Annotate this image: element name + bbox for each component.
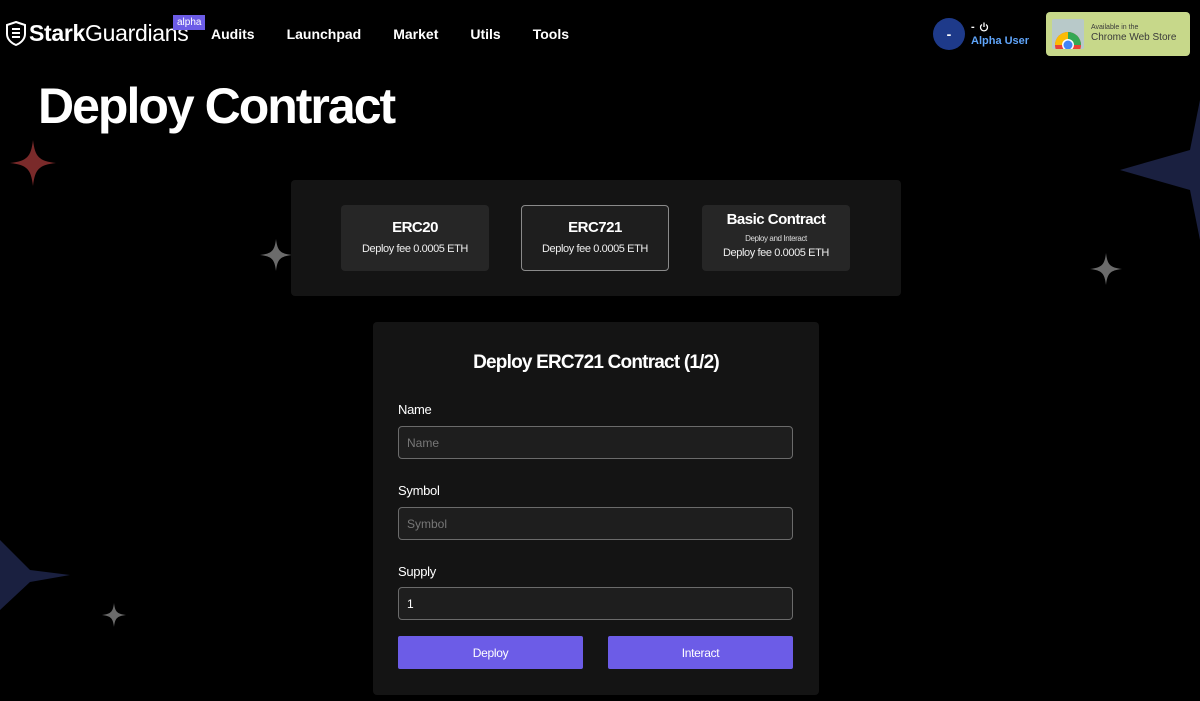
nav-market[interactable]: Market bbox=[393, 26, 438, 42]
nav-utils[interactable]: Utils bbox=[470, 26, 500, 42]
grey-sparkle-icon bbox=[102, 603, 126, 627]
supply-input[interactable] bbox=[398, 587, 793, 620]
alpha-badge: alpha bbox=[173, 15, 206, 30]
contract-type-subtitle: Deploy and Interact bbox=[745, 234, 807, 243]
page-title: Deploy Contract bbox=[38, 78, 396, 134]
page: StarkGuardians alpha Audits Launchpad Ma… bbox=[0, 0, 1200, 701]
chrome-store-line1: Available in the bbox=[1091, 24, 1139, 32]
user-info[interactable]: - Alpha User bbox=[971, 21, 1029, 47]
blue-star-shape bbox=[0, 540, 70, 610]
grey-sparkle-icon bbox=[1090, 253, 1122, 285]
logo-text: StarkGuardians bbox=[29, 19, 189, 46]
contract-type-title: ERC721 bbox=[568, 219, 622, 236]
supply-label: Supply bbox=[398, 564, 436, 579]
deploy-form: Deploy ERC721 Contract (1/2) Name Symbol… bbox=[373, 322, 819, 695]
name-input[interactable] bbox=[398, 426, 793, 459]
contract-type-erc721[interactable]: ERC721 Deploy fee 0.0005 ETH bbox=[521, 205, 669, 271]
nav-audits[interactable]: Audits bbox=[211, 26, 255, 42]
blue-star-shape bbox=[1120, 100, 1200, 240]
nav-tools[interactable]: Tools bbox=[533, 26, 569, 42]
chrome-store-line2: Chrome Web Store bbox=[1091, 32, 1177, 44]
red-sparkle-icon bbox=[10, 140, 56, 186]
user-name: Alpha User bbox=[971, 35, 1030, 47]
contract-type-title: ERC20 bbox=[392, 219, 438, 236]
contract-type-fee: Deploy fee 0.0005 ETH bbox=[542, 243, 648, 255]
form-title: Deploy ERC721 Contract (1/2) bbox=[473, 352, 720, 373]
chrome-logo-icon bbox=[1052, 19, 1084, 49]
interact-button[interactable]: Interact bbox=[608, 636, 793, 669]
balance-value: - bbox=[971, 21, 975, 33]
logo-text-bold: Stark bbox=[29, 19, 86, 46]
chrome-store-text: Available in the Chrome Web Store bbox=[1091, 24, 1176, 44]
contract-type-basic[interactable]: Basic Contract Deploy and Interact Deplo… bbox=[702, 205, 850, 271]
main-nav: Audits Launchpad Market Utils Tools bbox=[211, 26, 601, 42]
user-balance: - bbox=[971, 21, 1029, 33]
contract-type-erc20[interactable]: ERC20 Deploy fee 0.0005 ETH bbox=[341, 205, 489, 271]
contract-type-title: Basic Contract bbox=[726, 211, 826, 228]
symbol-label: Symbol bbox=[398, 483, 440, 498]
contract-type-panel: ERC20 Deploy fee 0.0005 ETH ERC721 Deplo… bbox=[291, 180, 901, 296]
shield-logo-icon bbox=[6, 20, 26, 46]
symbol-input[interactable] bbox=[398, 507, 793, 540]
user-avatar[interactable]: - bbox=[933, 18, 965, 50]
deploy-button[interactable]: Deploy bbox=[398, 636, 583, 669]
nav-launchpad[interactable]: Launchpad bbox=[287, 26, 362, 42]
name-label: Name bbox=[398, 402, 432, 417]
chrome-web-store-badge[interactable]: Available in the Chrome Web Store bbox=[1046, 12, 1190, 56]
contract-type-fee: Deploy fee 0.0005 ETH bbox=[362, 243, 468, 255]
logo[interactable]: StarkGuardians bbox=[6, 19, 189, 46]
contract-type-fee: Deploy fee 0.0005 ETH bbox=[723, 247, 829, 259]
power-icon[interactable] bbox=[979, 22, 989, 32]
grey-sparkle-icon bbox=[260, 239, 292, 271]
